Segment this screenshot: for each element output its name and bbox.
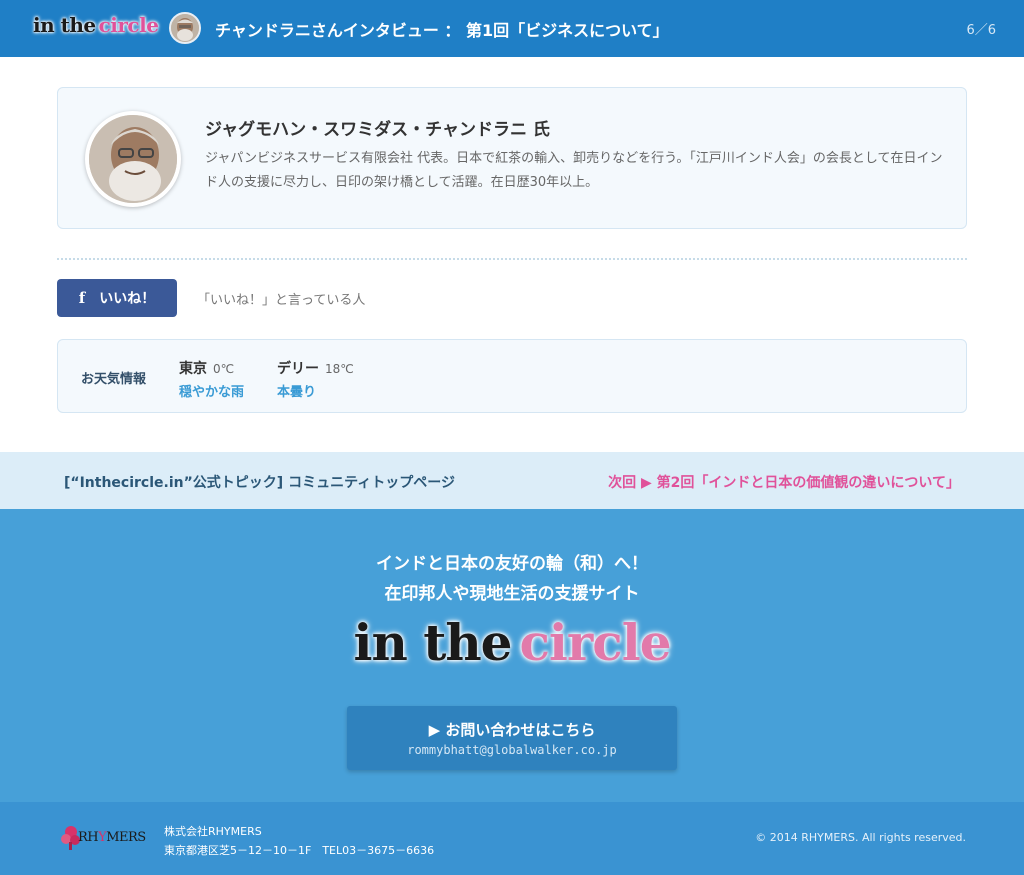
company-address: 東京都港区芝5－12－10－1F TEL03－3675－6636 xyxy=(164,844,435,857)
profile-avatar xyxy=(85,111,181,207)
city-condition: 穏やかな雨 xyxy=(179,385,245,400)
weather-city-delhi: デリー 18℃ 本曇り xyxy=(277,358,354,400)
divider xyxy=(57,258,967,260)
weather-label: お天気情報 xyxy=(81,372,147,387)
profile-name: ジャグモハン・スワミダス・チャンドラニ 氏 xyxy=(205,120,550,140)
footer-logo[interactable]: in the circle xyxy=(0,613,1024,672)
logo-word-1: in the xyxy=(33,13,96,37)
facebook-icon: f xyxy=(78,289,86,307)
profile-description: ジャパンビジネスサービス有限会社 代表。日本で紅茶の輸入、卸売りなどを行う。「江… xyxy=(205,151,943,190)
page-title: チャンドラニさんインタビュー ： 第1回「ビジネスについて」 xyxy=(215,21,669,40)
footer-tagline-1: インドと日本の友好の輪（和）へ！ xyxy=(376,554,648,574)
like-button-label: いいね！ xyxy=(99,291,156,307)
profile-card: ジャグモハン・スワミダス・チャンドラニ 氏 ジャパンビジネスサービス有限会社 代… xyxy=(57,87,967,229)
city-name: デリー xyxy=(277,361,319,377)
copyright: © 2014 RHYMERS. All rights reserved. xyxy=(755,831,966,844)
contact-button[interactable]: ▶ お問い合わせはこちら rommybhatt@globalwalker.co.… xyxy=(347,706,677,770)
city-condition: 本曇り xyxy=(277,385,317,400)
facebook-like-button[interactable]: f いいね！ xyxy=(57,279,177,317)
top-header: in the circle チャンドラニさんインタビュー ： 第1回「ビジネスに… xyxy=(0,0,1024,57)
company-logo[interactable]: RHYMERS xyxy=(60,822,146,856)
next-episode-link[interactable]: 次回 ▶ 第2回「インドと日本の価値観の違いについて」 xyxy=(608,472,960,492)
header-avatar xyxy=(169,12,201,44)
logo-word-2: circle xyxy=(98,13,159,37)
like-note: 「いいね！」と言っている人 xyxy=(197,293,366,308)
footer-main: インドと日本の友好の輪（和）へ！ 在印邦人や現地生活の支援サイト in the c… xyxy=(0,509,1024,802)
contact-email: rommybhatt@globalwalker.co.jp xyxy=(407,743,617,757)
city-temp: 0℃ xyxy=(213,362,235,376)
bottom-bar: RHYMERS 株式会社RHYMERS 東京都港区芝5－12－10－1F TEL… xyxy=(0,802,1024,875)
community-top-link[interactable]: [“Inthecircle.in”公式トピック] コミュニティトップページ xyxy=(64,472,455,492)
company-logo-text: RHYMERS xyxy=(78,830,146,845)
company-name: 株式会社RHYMERS xyxy=(164,825,262,838)
contact-label: ▶ お問い合わせはこちら xyxy=(428,721,596,739)
site-logo[interactable]: in the circle xyxy=(33,13,159,41)
weather-city-tokyo: 東京 0℃ 穏やかな雨 xyxy=(179,358,244,400)
company-info: 株式会社RHYMERS 東京都港区芝5－12－10－1F TEL03－3675－… xyxy=(164,822,434,860)
nav-band: [“Inthecircle.in”公式トピック] コミュニティトップページ 次回… xyxy=(0,452,1024,509)
city-name: 東京 xyxy=(179,361,207,377)
footer-logo-word-1: in the xyxy=(353,613,512,672)
footer-logo-word-2: circle xyxy=(519,613,671,672)
footer-tagline-2: 在印邦人や現地生活の支援サイト xyxy=(384,584,640,604)
city-temp: 18℃ xyxy=(325,362,354,376)
page-indicator: 6／6 xyxy=(966,23,996,38)
weather-box: お天気情報 東京 0℃ 穏やかな雨 デリー 18℃ 本曇り xyxy=(57,339,967,413)
